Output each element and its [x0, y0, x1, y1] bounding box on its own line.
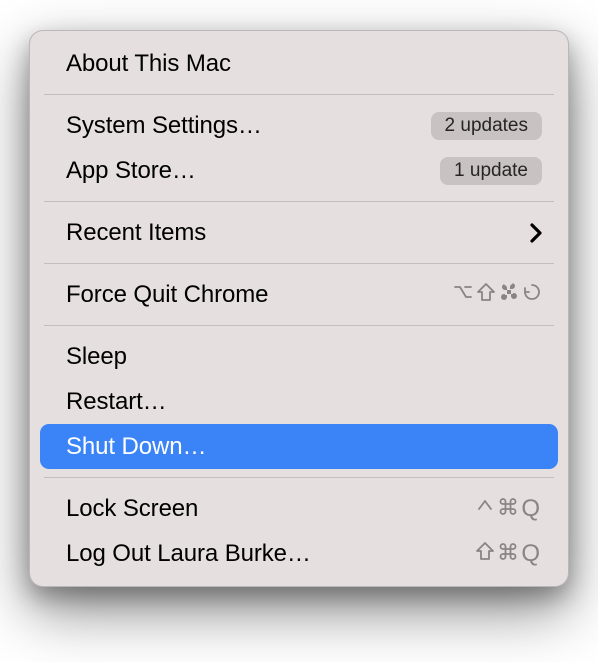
menu-item-label: System Settings…	[66, 112, 262, 140]
menu-separator	[44, 94, 554, 95]
menu-item-app-store[interactable]: App Store… 1 update	[30, 148, 568, 193]
option-key-icon	[453, 281, 473, 309]
menu-item-label: Lock Screen	[66, 495, 198, 523]
command-key-icon	[499, 281, 519, 309]
menu-separator	[44, 477, 554, 478]
shortcut-key-letter: Q	[521, 540, 542, 568]
control-key-icon	[475, 495, 495, 523]
shift-key-icon	[475, 540, 495, 568]
menu-item-label: Restart…	[66, 388, 167, 416]
menu-item-label: Log Out Laura Burke…	[66, 540, 311, 568]
menu-item-sleep[interactable]: Sleep	[30, 334, 568, 379]
menu-item-label: Recent Items	[66, 219, 206, 247]
menu-separator	[44, 325, 554, 326]
keyboard-shortcut	[453, 281, 542, 309]
menu-item-force-quit[interactable]: Force Quit Chrome	[30, 272, 568, 317]
apple-menu: About This Mac System Settings… 2 update…	[29, 30, 569, 587]
menu-separator	[44, 263, 554, 264]
menu-item-label: Shut Down…	[66, 433, 206, 461]
menu-item-label: Sleep	[66, 343, 127, 371]
command-key-icon	[498, 540, 518, 568]
menu-item-log-out[interactable]: Log Out Laura Burke… Q	[30, 531, 568, 576]
chevron-right-icon	[530, 223, 542, 243]
escape-key-icon	[522, 281, 542, 309]
menu-item-system-settings[interactable]: System Settings… 2 updates	[30, 103, 568, 148]
menu-item-shut-down[interactable]: Shut Down…	[40, 424, 558, 469]
update-badge: 2 updates	[431, 112, 542, 140]
menu-item-restart[interactable]: Restart…	[30, 379, 568, 424]
menu-item-label: Force Quit Chrome	[66, 281, 268, 309]
menu-item-about-this-mac[interactable]: About This Mac	[30, 41, 568, 86]
shift-key-icon	[476, 281, 496, 309]
keyboard-shortcut: Q	[475, 540, 542, 568]
shortcut-key-letter: Q	[521, 495, 542, 523]
menu-item-label: About This Mac	[66, 50, 231, 78]
menu-item-lock-screen[interactable]: Lock Screen Q	[30, 486, 568, 531]
update-badge: 1 update	[440, 157, 542, 185]
menu-item-label: App Store…	[66, 157, 196, 185]
keyboard-shortcut: Q	[475, 495, 542, 523]
command-key-icon	[498, 495, 518, 523]
menu-item-recent-items[interactable]: Recent Items	[30, 210, 568, 255]
menu-separator	[44, 201, 554, 202]
